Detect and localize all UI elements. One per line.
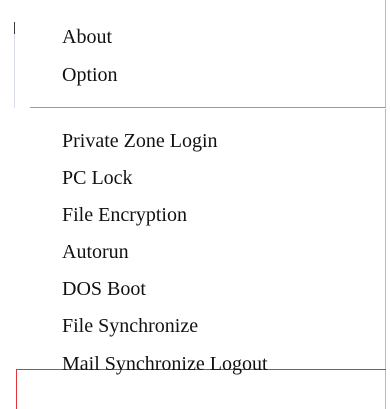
menu-item-mail-synchronize-logout[interactable]: Mail Synchronize Logout xyxy=(62,347,268,381)
menu-item-dos-boot[interactable]: DOS Boot xyxy=(62,272,146,306)
menu-item-autorun[interactable]: Autorun xyxy=(62,235,129,269)
menu-item-private-zone-login[interactable]: Private Zone Login xyxy=(62,124,218,158)
menu-item-file-encryption[interactable]: File Encryption xyxy=(62,198,187,232)
menu-item-file-synchronize[interactable]: File Synchronize xyxy=(62,309,198,343)
menu-separator xyxy=(30,107,386,109)
menu-item-pc-lock[interactable]: PC Lock xyxy=(62,161,133,195)
context-menu: About Option Private Zone Login PC Lock … xyxy=(16,0,386,409)
menu-item-option[interactable]: Option xyxy=(62,58,118,92)
background-window-edge xyxy=(14,22,15,108)
background-window-tick xyxy=(14,22,15,34)
menu-item-about[interactable]: About xyxy=(62,20,112,54)
